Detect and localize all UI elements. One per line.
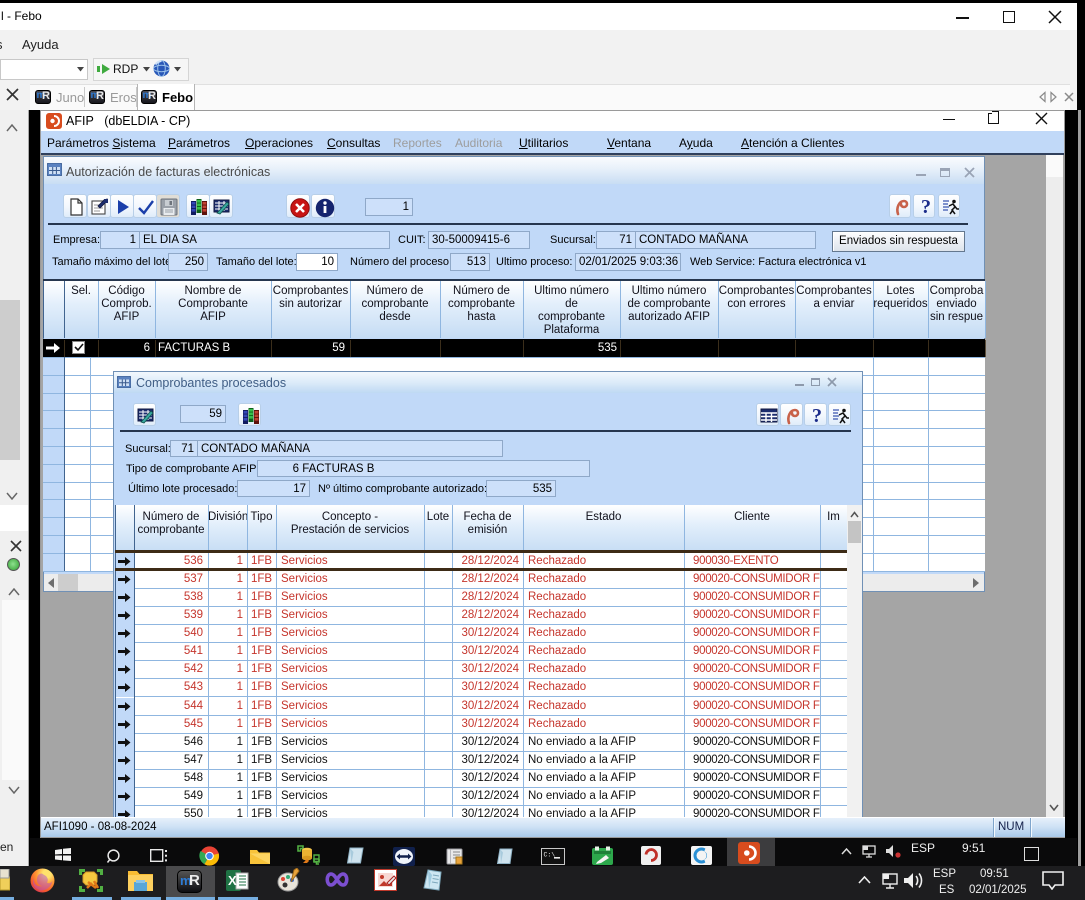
svg-text:?: ? xyxy=(812,407,822,425)
svg-text:C:\: C:\ xyxy=(544,852,556,859)
svg-text:?: ? xyxy=(921,198,931,216)
svg-text:X: X xyxy=(228,873,237,888)
